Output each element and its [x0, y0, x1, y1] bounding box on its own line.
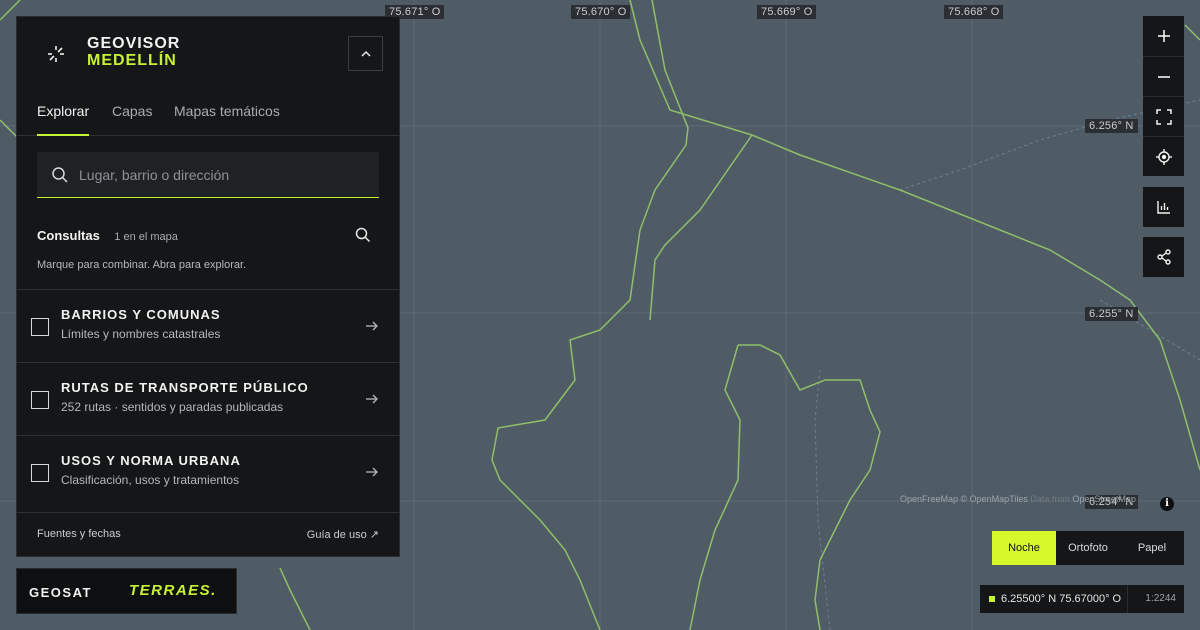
list-item[interactable]: USOS Y NORMA URBANA Clasificación, usos …: [17, 435, 399, 508]
zoom-out-button[interactable]: [1143, 56, 1184, 96]
minus-icon: [1157, 75, 1170, 78]
tab-explorar[interactable]: Explorar: [37, 103, 90, 136]
partner-logos: GEOSAT TERRAES.: [16, 568, 237, 614]
layer-checkbox[interactable]: [31, 464, 49, 482]
guide-link[interactable]: Guía de uso ↗: [307, 528, 379, 541]
tab-mapas-tematicos[interactable]: Mapas temáticos: [174, 103, 280, 136]
terraes-logo: TERRAES.: [129, 582, 217, 599]
crosshair-icon: [1155, 148, 1172, 165]
attribution-text[interactable]: OpenFreeMap © OpenMapTiles: [900, 494, 1028, 504]
geosat-logo: GEOSAT: [29, 585, 92, 600]
app-title-line1: GEOVISOR: [87, 35, 181, 52]
layer-checkbox[interactable]: [31, 318, 49, 336]
map-scale: 1:2244: [1145, 593, 1176, 604]
status-dot: [989, 596, 995, 602]
basemap-switcher: Noche Ortofoto Papel: [992, 531, 1184, 565]
layer-list: BARRIOS Y COMUNAS Límites y nombres cata…: [17, 289, 399, 508]
app-title-line2: MEDELLÍN: [87, 52, 177, 69]
coordinate-readout: 6.25500° N 75.67000° O 1:2244: [980, 585, 1184, 613]
basemap-ortofoto-button[interactable]: Ortofoto: [1056, 531, 1120, 565]
layer-description: 252 rutas · sentidos y paradas publicada…: [61, 400, 284, 414]
zoom-in-button[interactable]: [1143, 16, 1184, 56]
map-attribution: OpenFreeMap © OpenMapTiles Data from Ope…: [900, 494, 1136, 504]
locate-button[interactable]: [1143, 136, 1184, 176]
arrow-right-icon[interactable]: [365, 319, 379, 333]
layer-checkbox[interactable]: [31, 391, 49, 409]
consultas-header: Consultas 1 en el mapa: [37, 227, 379, 245]
list-item[interactable]: RUTAS DE TRANSPORTE PÚBLICO 252 rutas · …: [17, 362, 399, 435]
fullscreen-button[interactable]: [1143, 96, 1184, 136]
latitude-label: 6.256° N: [1085, 119, 1138, 133]
chart-button[interactable]: [1143, 187, 1184, 227]
longitude-label: 75.669° O: [757, 5, 817, 19]
layer-description: Límites y nombres catastrales: [61, 327, 221, 341]
layer-name: BARRIOS Y COMUNAS: [61, 307, 221, 322]
attribution-dim-text: Data from: [1030, 494, 1070, 504]
search-icon[interactable]: [355, 227, 371, 243]
arrow-right-icon[interactable]: [365, 465, 379, 479]
latitude-label: 6.255° N: [1085, 307, 1138, 321]
consultas-count: 1 en el mapa: [114, 231, 178, 243]
tab-bar: Explorar Capas Mapas temáticos: [17, 89, 399, 136]
brand-header: GEOVISOR MEDELLÍN: [17, 17, 401, 89]
longitude-label: 75.668° O: [944, 5, 1004, 19]
side-panel: GEOVISOR MEDELLÍN Explorar Capas Mapas t…: [16, 16, 400, 557]
collapse-panel-button[interactable]: [348, 36, 383, 71]
fullscreen-icon: [1155, 108, 1172, 125]
tab-capas[interactable]: Capas: [112, 103, 152, 136]
bar-chart-icon: [1156, 201, 1170, 214]
coordinates-text: 6.25500° N 75.67000° O: [1001, 593, 1122, 605]
layer-name: RUTAS DE TRANSPORTE PÚBLICO: [61, 380, 309, 395]
search-input[interactable]: [79, 166, 369, 183]
plus-icon: [1157, 30, 1170, 42]
app-title: GEOVISOR MEDELLÍN: [87, 35, 180, 69]
search-box: [37, 152, 379, 198]
layer-description: Clasificación, usos y tratamientos: [61, 473, 240, 487]
chevron-up-icon: [360, 50, 371, 57]
share-button[interactable]: [1143, 237, 1184, 277]
list-item[interactable]: BARRIOS Y COMUNAS Límites y nombres cata…: [17, 289, 399, 362]
layer-name: USOS Y NORMA URBANA: [61, 453, 241, 468]
compress-icon: [48, 46, 64, 62]
longitude-label: 75.670° O: [571, 5, 631, 19]
share-icon: [1156, 249, 1171, 265]
info-icon[interactable]: i: [1160, 497, 1174, 511]
consultas-hint: Marque para combinar. Abra para explorar…: [37, 259, 247, 271]
basemap-papel-button[interactable]: Papel: [1120, 531, 1184, 565]
sources-link[interactable]: Fuentes y fechas: [37, 528, 121, 540]
panel-footer: Fuentes y fechas Guía de uso ↗: [17, 512, 399, 556]
arrow-right-icon[interactable]: [365, 392, 379, 406]
attribution-osm[interactable]: OpenStreetMap: [1072, 494, 1136, 504]
divider: [1127, 585, 1128, 613]
basemap-noche-button[interactable]: Noche: [992, 531, 1056, 565]
search-icon: [52, 166, 68, 183]
consultas-title: Consultas: [37, 228, 100, 243]
